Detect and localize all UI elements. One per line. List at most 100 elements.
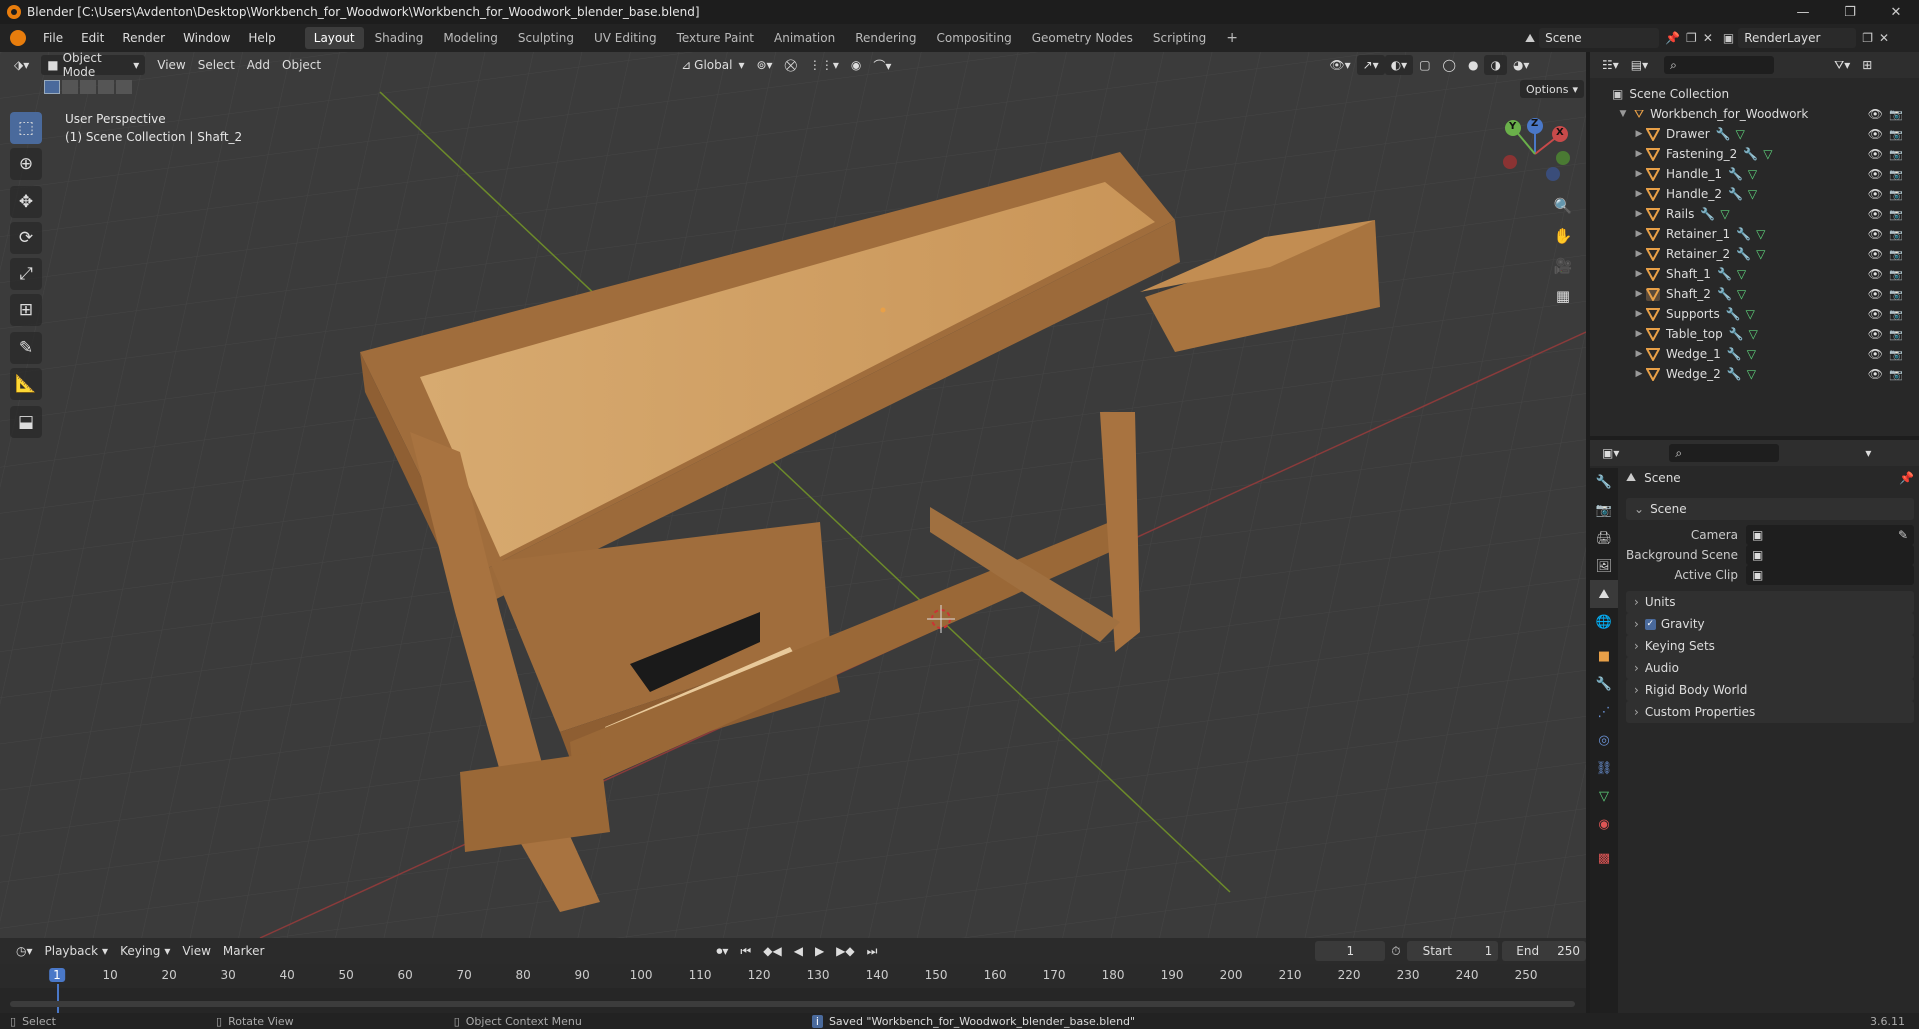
render-camera-icon[interactable]: 📷 [1889,268,1903,281]
tab-texture-paint[interactable]: Texture Paint [668,27,763,49]
modifier-wrench-icon[interactable]: 🔧 [1736,227,1751,241]
menu-object[interactable]: Object [276,55,327,75]
expand-arrow-icon[interactable]: ▶ [1632,209,1646,219]
modifier-wrench-icon[interactable]: 🔧 [1727,347,1742,361]
maximize-button[interactable]: ❐ [1827,0,1873,24]
outliner-item-retainer_2[interactable]: ▶ Retainer_2 🔧 ▽ 👁 📷 [1590,244,1919,264]
tab-rendering[interactable]: Rendering [846,27,925,49]
outliner-editor-type-icon[interactable]: ☷▾ [1596,55,1625,75]
subpanel-custom-properties[interactable]: › Custom Properties [1626,701,1914,723]
renderlayer-selector[interactable]: RenderLayer [1738,28,1857,48]
measure-tool-icon[interactable]: 📐 [10,368,42,400]
zoom-icon[interactable]: 🔍 [1549,192,1577,220]
select-intersect-icon[interactable] [116,80,132,94]
render-camera-icon[interactable]: 📷 [1889,148,1903,161]
3d-viewport[interactable]: ⬗▾ ■ Object Mode ▾ View Select Add Object … [0,52,1586,938]
select-new-icon[interactable] [44,80,60,94]
tab-animation[interactable]: Animation [765,27,844,49]
render-camera-icon[interactable]: 📷 [1889,308,1903,321]
properties-editor-type-icon[interactable]: ▣▾ [1596,443,1625,463]
add-workspace-button[interactable]: + [1217,27,1247,49]
pan-hand-icon[interactable]: ✋ [1549,222,1577,250]
modifier-wrench-icon[interactable]: 🔧 [1700,207,1715,221]
delete-scene-icon[interactable]: ✕ [1703,31,1713,45]
orientation-selector[interactable]: ⊿ Global ▾ [675,55,750,75]
outliner-item-table_top[interactable]: ▶ Table_top 🔧 ▽ 👁 📷 [1590,324,1919,344]
eyedropper-icon[interactable]: ✎ [1898,528,1908,542]
camera-view-icon[interactable]: 🎥 [1549,252,1577,280]
visibility-eye-icon[interactable]: 👁 [1868,207,1883,221]
mesh-data-icon[interactable]: ▽ [1748,187,1757,201]
property-field[interactable]: ▣ [1746,565,1914,585]
render-camera-icon[interactable]: 📷 [1889,128,1903,141]
expand-arrow-icon[interactable]: ▶ [1632,169,1646,179]
mesh-data-icon[interactable]: ▽ [1747,347,1756,361]
minimize-button[interactable]: — [1780,0,1826,24]
mesh-data-icon[interactable]: ▽ [1737,267,1746,281]
expand-arrow-icon[interactable]: ▶ [1632,349,1646,359]
constraints-tab-icon[interactable]: ⛓ [1590,754,1618,782]
delete-layer-icon[interactable]: ✕ [1879,31,1889,45]
outliner-item-wedge_2[interactable]: ▶ Wedge_2 🔧 ▽ 👁 📷 [1590,364,1919,384]
menu-edit[interactable]: Edit [72,27,113,49]
display-mode-icon[interactable]: ▤▾ [1625,55,1654,75]
new-scene-icon[interactable]: ❐ [1686,31,1697,45]
frame-end-field[interactable]: End 250 [1502,941,1586,961]
xray-icon[interactable]: ▢ [1413,55,1436,75]
options-dropdown[interactable]: Options ▾ [1520,80,1584,98]
menu-render[interactable]: Render [113,27,174,49]
properties-options-icon[interactable]: ▾ [1859,443,1877,463]
outliner-item-handle_2[interactable]: ▶ Handle_2 🔧 ▽ 👁 📷 [1590,184,1919,204]
render-camera-icon[interactable]: 📷 [1889,248,1903,261]
move-tool-icon[interactable]: ✥ [10,186,42,218]
close-button[interactable]: ✕ [1873,0,1919,24]
menu-help[interactable]: Help [239,27,284,49]
transform-tool-icon[interactable]: ⊞ [10,294,42,326]
mesh-data-icon[interactable]: ▽ [1756,247,1765,261]
mesh-data-icon[interactable]: ▽ [1749,327,1758,341]
menu-select[interactable]: Select [192,55,241,75]
keying-menu[interactable]: Keying ▾ [114,941,176,961]
marker-menu[interactable]: Marker [217,941,270,961]
solid-shading-icon[interactable]: ● [1462,55,1484,75]
render-camera-icon[interactable]: 📷 [1889,348,1903,361]
scale-tool-icon[interactable]: ⤢ [10,258,42,290]
visibility-eye-icon[interactable]: 👁 [1868,327,1883,341]
modifier-wrench-icon[interactable]: 🔧 [1728,187,1743,201]
subpanel-keying-sets[interactable]: › Keying Sets [1626,635,1914,657]
scene-panel-header[interactable]: ⌄ Scene [1626,498,1914,520]
render-camera-icon[interactable]: 📷 [1889,168,1903,181]
render-tab-icon[interactable]: 📷 [1590,496,1618,524]
rotate-tool-icon[interactable]: ⟳ [10,222,42,254]
annotate-tool-icon[interactable]: ✎ [10,332,42,364]
outliner-item-fastening_2[interactable]: ▶ Fastening_2 🔧 ▽ 👁 📷 [1590,144,1919,164]
visibility-eye-icon[interactable]: 👁 [1868,227,1883,241]
output-tab-icon[interactable]: 🖨 [1590,524,1618,552]
mesh-data-icon[interactable]: ▽ [1763,147,1772,161]
play-reverse-icon[interactable]: ◀ [788,941,809,961]
visibility-eye-icon[interactable]: 👁 [1868,267,1883,281]
current-frame-field[interactable]: 1 [1315,941,1386,961]
menu-add[interactable]: Add [241,55,276,75]
expand-arrow-icon[interactable]: ▶ [1632,149,1646,159]
texture-tab-icon[interactable]: ▩ [1590,844,1618,872]
tab-geometry-nodes[interactable]: Geometry Nodes [1023,27,1142,49]
preview-range-icon[interactable]: ⏱ [1385,941,1406,961]
expand-arrow-icon[interactable]: ▶ [1632,309,1646,319]
outliner-item-supports[interactable]: ▶ Supports 🔧 ▽ 👁 📷 [1590,304,1919,324]
expand-arrow-icon[interactable]: ▶ [1632,329,1646,339]
outliner-item-handle_1[interactable]: ▶ Handle_1 🔧 ▽ 👁 📷 [1590,164,1919,184]
outliner-item-shaft_2[interactable]: ▶ Shaft_2 🔧 ▽ 👁 📷 [1590,284,1919,304]
gravity-checkbox[interactable]: ✓ [1644,618,1656,630]
pin-icon[interactable]: 📌 [1665,31,1680,45]
visibility-eye-icon[interactable]: 👁 [1868,107,1883,121]
property-field[interactable]: ▣ ✎ [1746,525,1914,545]
scene-selector[interactable]: Scene [1539,28,1660,48]
select-box-tool-icon[interactable]: ⬚ [10,112,42,144]
jump-end-icon[interactable]: ⏭ [861,941,884,961]
gizmo-toggle-icon[interactable]: ↗▾ [1356,55,1385,75]
timeline-view-menu[interactable]: View [176,941,216,961]
tab-sculpting[interactable]: Sculpting [509,27,583,49]
new-layer-icon[interactable]: ❐ [1862,31,1873,45]
particles-tab-icon[interactable]: ⋰ [1590,698,1618,726]
